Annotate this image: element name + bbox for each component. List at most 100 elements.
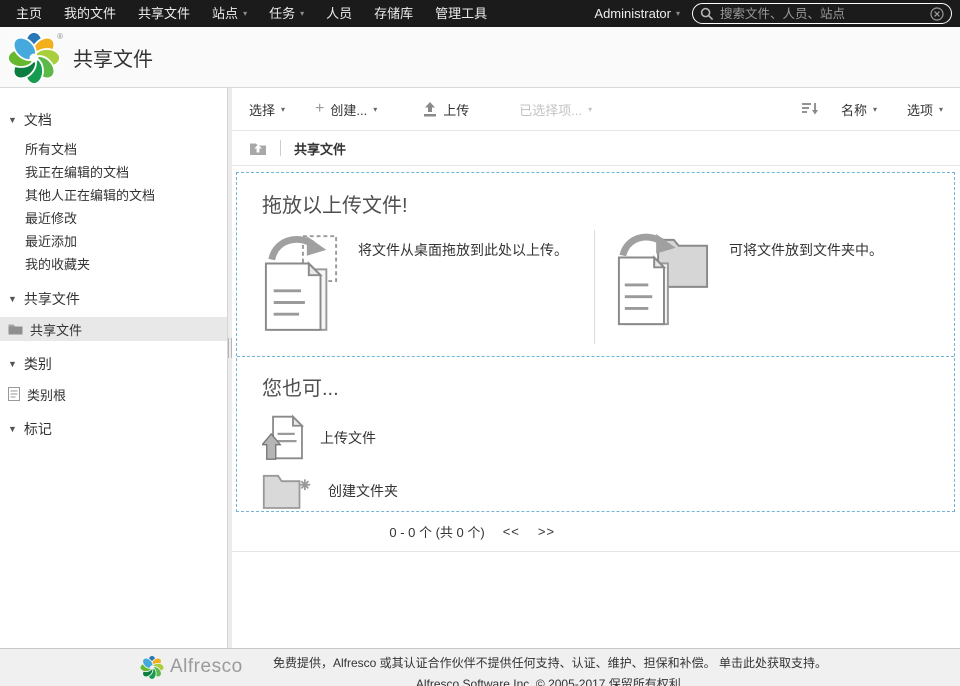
- doclist-toolbar: 选择 ▾ + 创建... ▾ 上传 已选择项... ▾ 名称 ▾ 选项 ▾: [232, 88, 960, 131]
- nav-tasks[interactable]: 任务▾: [258, 0, 315, 27]
- breadcrumb-current[interactable]: 共享文件: [294, 139, 346, 158]
- upload-file-label: 上传文件: [320, 428, 376, 448]
- nav-people[interactable]: 人员: [315, 0, 363, 27]
- upload-button[interactable]: 上传: [423, 100, 469, 119]
- collapse-triangle-icon: ▼: [8, 424, 17, 434]
- sidebar-tree-shared-files[interactable]: 共享文件: [0, 317, 227, 341]
- upload-icon: [423, 102, 437, 117]
- sidebar-item-others-editing[interactable]: 其他人正在编辑的文档: [0, 184, 227, 207]
- folder-hint-text: 可将文件放到文件夹中。: [729, 240, 883, 344]
- footer-copyright: Alfresco Software Inc. © 2005-2017 保留所有权…: [140, 677, 960, 686]
- sidebar: ▼ 文档 所有文档 我正在编辑的文档 其他人正在编辑的文档 最近修改 最近添加 …: [0, 88, 228, 648]
- nav-sites[interactable]: 站点▾: [201, 0, 258, 27]
- registered-mark: ®: [57, 32, 63, 41]
- sidebar-section-documents[interactable]: ▼ 文档: [8, 110, 227, 130]
- nav-home-label: 主页: [16, 0, 42, 27]
- folder-up-icon[interactable]: [249, 140, 267, 156]
- upload-file-icon: [262, 414, 304, 461]
- sidebar-item-im-editing[interactable]: 我正在编辑的文档: [0, 161, 227, 184]
- title-bar: ® 共享文件: [0, 27, 960, 88]
- paginator: 0 - 0 个 (共 0 个) << >>: [232, 512, 960, 552]
- sidebar-item-recently-modified[interactable]: 最近修改: [0, 207, 227, 230]
- nav-home[interactable]: 主页: [5, 0, 53, 27]
- nav-admin-tools-label: 管理工具: [435, 0, 487, 27]
- nav-repository[interactable]: 存储库: [363, 0, 424, 27]
- chevron-down-icon: ▾: [873, 105, 877, 114]
- paginator-range: 0 - 0 个 (共 0 个): [389, 522, 484, 541]
- tree-item-label: 类别根: [27, 385, 66, 404]
- chevron-down-icon: ▾: [939, 105, 943, 114]
- footer-support-link[interactable]: 单击此处获取支持。: [719, 656, 827, 670]
- alfresco-logo-icon: ®: [8, 31, 60, 83]
- section-label: 类别: [24, 354, 52, 374]
- paginator-prev-button[interactable]: <<: [503, 524, 520, 539]
- drop-to-folder-illustration: [615, 230, 711, 334]
- nav-shared-files-label: 共享文件: [138, 0, 190, 27]
- create-folder-action[interactable]: 创建文件夹: [262, 472, 482, 510]
- chevron-down-icon: ▾: [588, 105, 592, 114]
- paginator-next-button[interactable]: >>: [538, 524, 555, 539]
- options-label: 选项: [907, 100, 933, 119]
- dropzone-headline: 拖放以上传文件!: [262, 189, 929, 218]
- collapse-triangle-icon: ▼: [8, 115, 17, 125]
- sort-field-button[interactable]: 名称 ▾: [841, 100, 877, 119]
- content-area: ▼ 文档 所有文档 我正在编辑的文档 其他人正在编辑的文档 最近修改 最近添加 …: [0, 88, 960, 648]
- sidebar-item-my-favorites[interactable]: 我的收藏夹: [0, 253, 227, 276]
- chevron-down-icon: ▾: [373, 105, 377, 114]
- select-button[interactable]: 选择 ▾: [249, 100, 285, 119]
- footer-disclaimer-line: 免费提供，Alfresco 或其认证合作伙伴不提供任何支持、认证、维护、担保和补…: [140, 656, 960, 670]
- drag-drop-zone: 拖放以上传文件! 将文件从桌面拖放到此处以上传。: [236, 172, 955, 512]
- create-folder-label: 创建文件夹: [328, 481, 398, 501]
- top-nav-bar: 主页 我的文件 共享文件 站点▾ 任务▾ 人员 存储库 管理工具 Adminis…: [0, 0, 960, 27]
- clear-search-icon[interactable]: [930, 7, 944, 21]
- sidebar-section-tags[interactable]: ▼ 标记: [8, 419, 227, 439]
- sidebar-section-shared-files[interactable]: ▼ 共享文件: [8, 289, 227, 309]
- user-menu[interactable]: Administrator▾: [582, 6, 692, 21]
- options-button[interactable]: 选项 ▾: [907, 100, 943, 119]
- section-label: 标记: [24, 419, 52, 439]
- nav-shared-files[interactable]: 共享文件: [127, 0, 201, 27]
- sidebar-section-categories[interactable]: ▼ 类别: [8, 354, 227, 374]
- sidebar-tree-category-root[interactable]: 类别根: [0, 382, 227, 406]
- tree-item-label: 共享文件: [30, 320, 82, 339]
- folder-icon: [8, 323, 23, 335]
- drag-hint-text: 将文件从桌面拖放到此处以上传。: [358, 240, 568, 344]
- upload-file-action[interactable]: 上传文件: [262, 414, 482, 461]
- drag-documents-illustration: [262, 230, 340, 336]
- select-label: 选择: [249, 100, 275, 119]
- section-label: 共享文件: [24, 289, 80, 309]
- nav-repository-label: 存储库: [374, 0, 413, 27]
- sort-field-label: 名称: [841, 100, 867, 119]
- nav-people-label: 人员: [326, 0, 352, 27]
- section-label: 文档: [24, 110, 52, 130]
- search-box[interactable]: [692, 3, 952, 24]
- nav-admin-tools[interactable]: 管理工具: [424, 0, 498, 27]
- collapse-triangle-icon: ▼: [8, 294, 17, 304]
- document-icon: [8, 387, 20, 401]
- search-icon[interactable]: [700, 7, 714, 21]
- chevron-down-icon: ▾: [281, 105, 285, 114]
- create-label: 创建...: [330, 100, 367, 119]
- sidebar-item-recently-added[interactable]: 最近添加: [0, 230, 227, 253]
- selected-items-label: 已选择项...: [519, 100, 582, 119]
- splitter-grip-icon[interactable]: [228, 338, 232, 358]
- collapse-triangle-icon: ▼: [8, 359, 17, 369]
- footer-brand-name: Alfresco: [170, 656, 243, 678]
- chevron-down-icon: ▾: [300, 0, 304, 27]
- sidebar-item-all-documents[interactable]: 所有文档: [0, 138, 227, 161]
- chevron-down-icon: ▾: [243, 0, 247, 27]
- dropzone-divider: [237, 356, 954, 357]
- main-panel: 选择 ▾ + 创建... ▾ 上传 已选择项... ▾ 名称 ▾ 选项 ▾ 共享文件 拖放以…: [232, 88, 960, 648]
- create-button[interactable]: + 创建... ▾: [315, 100, 377, 119]
- upload-label: 上传: [443, 100, 469, 119]
- nav-my-files[interactable]: 我的文件: [53, 0, 127, 27]
- user-menu-label: Administrator: [594, 6, 671, 21]
- plus-icon: +: [315, 101, 324, 117]
- create-folder-icon: [262, 472, 312, 510]
- also-headline: 您也可...: [262, 372, 929, 401]
- search-input[interactable]: [720, 7, 930, 21]
- sort-direction-icon[interactable]: [802, 102, 819, 116]
- selected-items-button[interactable]: 已选择项... ▾: [519, 100, 592, 119]
- sidebar-splitter[interactable]: [228, 88, 232, 648]
- footer: Alfresco 免费提供，Alfresco 或其认证合作伙伴不提供任何支持、认…: [0, 648, 960, 686]
